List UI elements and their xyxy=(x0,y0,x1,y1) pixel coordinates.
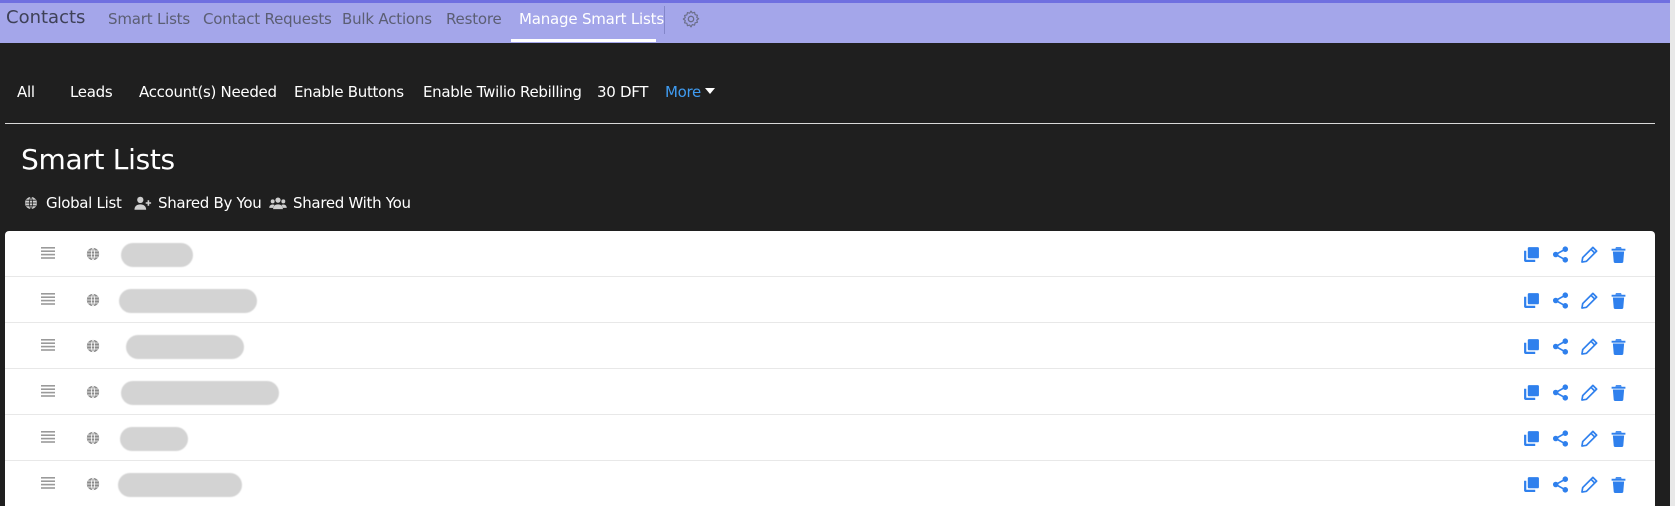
list-tab-30-dft[interactable]: 30 DFT xyxy=(597,83,648,101)
smart-list-tabs: All Leads Account(s) Needed Enable Butto… xyxy=(0,80,1660,106)
copy-icon[interactable] xyxy=(1523,292,1540,309)
edit-icon[interactable] xyxy=(1581,476,1598,493)
row-actions xyxy=(1523,292,1633,310)
share-icon[interactable] xyxy=(1552,246,1569,263)
drag-handle-icon[interactable] xyxy=(41,247,55,259)
smart-lists-table xyxy=(5,231,1655,506)
smart-list-row-1[interactable] xyxy=(5,231,1655,277)
smart-list-row-6[interactable] xyxy=(5,461,1655,506)
active-tab-indicator xyxy=(511,39,656,42)
share-icon[interactable] xyxy=(1552,384,1569,401)
drag-handle-icon[interactable] xyxy=(41,431,55,443)
delete-icon[interactable] xyxy=(1610,384,1627,401)
delete-icon[interactable] xyxy=(1610,292,1627,309)
drag-handle-icon[interactable] xyxy=(41,385,55,397)
filter-label: Shared With You xyxy=(293,194,411,212)
filter-shared-with-you[interactable]: Shared With You xyxy=(269,194,411,212)
more-label: More xyxy=(665,83,701,101)
smart-list-name-redacted[interactable] xyxy=(121,381,279,405)
nav-separator xyxy=(664,6,665,34)
nav-manage-smart-lists[interactable]: Manage Smart Lists xyxy=(519,10,664,28)
delete-icon[interactable] xyxy=(1610,338,1627,355)
nav-smart-lists[interactable]: Smart Lists xyxy=(108,10,190,28)
delete-icon[interactable] xyxy=(1610,246,1627,263)
smart-list-row-5[interactable] xyxy=(5,415,1655,461)
copy-icon[interactable] xyxy=(1523,384,1540,401)
share-icon[interactable] xyxy=(1552,430,1569,447)
nav-brand-contacts[interactable]: Contacts xyxy=(6,7,85,28)
gear-icon[interactable] xyxy=(681,9,701,29)
row-actions xyxy=(1523,384,1633,402)
edit-icon[interactable] xyxy=(1581,430,1598,447)
edit-icon[interactable] xyxy=(1581,292,1598,309)
copy-icon[interactable] xyxy=(1523,476,1540,493)
row-actions xyxy=(1523,476,1633,494)
edit-icon[interactable] xyxy=(1581,246,1598,263)
row-actions xyxy=(1523,430,1633,448)
page-title: Smart Lists xyxy=(21,143,175,176)
users-icon xyxy=(269,197,287,210)
globe-icon xyxy=(86,385,100,399)
copy-icon[interactable] xyxy=(1523,246,1540,263)
list-tab-accounts-needed[interactable]: Account(s) Needed xyxy=(139,83,277,101)
globe-icon xyxy=(86,431,100,445)
share-icon[interactable] xyxy=(1552,476,1569,493)
nav-bulk-actions[interactable]: Bulk Actions xyxy=(342,10,432,28)
filter-label: Shared By You xyxy=(158,194,262,212)
more-dropdown[interactable]: More xyxy=(665,83,715,101)
copy-icon[interactable] xyxy=(1523,430,1540,447)
filter-global-list[interactable]: Global List xyxy=(24,194,122,212)
row-actions xyxy=(1523,246,1633,264)
top-navigation: Contacts Smart Lists Contact Requests Bu… xyxy=(0,3,1670,43)
list-tab-all[interactable]: All xyxy=(17,83,35,101)
copy-icon[interactable] xyxy=(1523,338,1540,355)
drag-handle-icon[interactable] xyxy=(41,339,55,351)
list-tab-leads[interactable]: Leads xyxy=(70,83,113,101)
filter-label: Global List xyxy=(46,194,122,212)
globe-icon xyxy=(86,247,100,261)
share-icon[interactable] xyxy=(1552,292,1569,309)
globe-icon xyxy=(86,477,100,491)
nav-restore[interactable]: Restore xyxy=(446,10,502,28)
drag-handle-icon[interactable] xyxy=(41,477,55,489)
smart-list-name-redacted[interactable] xyxy=(126,335,244,359)
nav-contact-requests[interactable]: Contact Requests xyxy=(203,10,332,28)
smart-list-row-4[interactable] xyxy=(5,369,1655,415)
smart-list-row-2[interactable] xyxy=(5,277,1655,323)
smart-list-row-3[interactable] xyxy=(5,323,1655,369)
drag-handle-icon[interactable] xyxy=(41,293,55,305)
section-divider xyxy=(5,123,1655,124)
smart-list-name-redacted[interactable] xyxy=(118,473,242,497)
filter-shared-by-you[interactable]: Shared By You xyxy=(134,194,262,212)
delete-icon[interactable] xyxy=(1610,476,1627,493)
edit-icon[interactable] xyxy=(1581,384,1598,401)
list-tab-enable-buttons[interactable]: Enable Buttons xyxy=(294,83,404,101)
row-actions xyxy=(1523,338,1633,356)
globe-icon xyxy=(25,196,37,210)
page-scrollbar[interactable] xyxy=(1670,0,1675,506)
smart-list-name-redacted[interactable] xyxy=(120,427,188,451)
edit-icon[interactable] xyxy=(1581,338,1598,355)
list-tab-enable-twilio-rebilling[interactable]: Enable Twilio Rebilling xyxy=(423,83,582,101)
globe-icon xyxy=(86,339,100,353)
smart-list-name-redacted[interactable] xyxy=(119,289,257,313)
globe-icon xyxy=(86,293,100,307)
user-plus-icon xyxy=(134,196,152,210)
share-icon[interactable] xyxy=(1552,338,1569,355)
delete-icon[interactable] xyxy=(1610,430,1627,447)
smart-list-name-redacted[interactable] xyxy=(121,243,193,267)
caret-down-icon xyxy=(705,88,715,94)
